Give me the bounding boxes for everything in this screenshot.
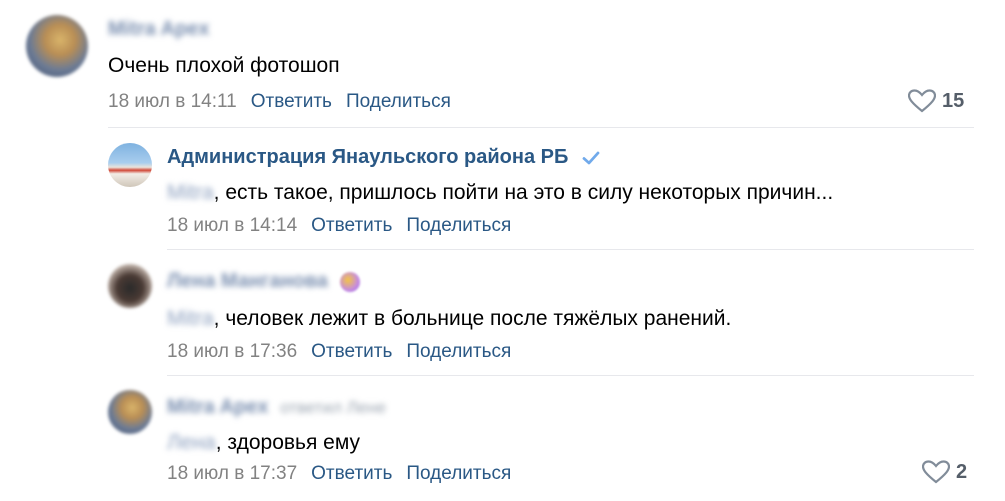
like-count: 15 [942,89,965,112]
share-link[interactable]: Поделиться [406,341,511,362]
reply-link[interactable]: Ответить [311,215,392,236]
comment-meta: 18 июл в 14:14 Ответить Поделиться [167,215,525,237]
comment-text: Mitra, есть такое, пришлось пойти на это… [167,181,833,205]
comment-date[interactable]: 18 июл в 14:14 [167,215,297,236]
author-name[interactable]: Лена Манганова [167,270,328,292]
verified-icon [582,151,600,165]
like-button[interactable]: 2 [922,460,967,484]
comment-body: , человек лежит в больнице после тяжёлых… [213,307,732,330]
share-link[interactable]: Поделиться [406,215,511,236]
comment-body: , есть такое, пришлось пойти на это в си… [213,181,834,204]
comment-date[interactable]: 18 июл в 17:37 [167,463,297,484]
share-link[interactable]: Поделиться [406,463,511,484]
comment-body: , здоровья ему [215,431,361,454]
sticker-icon [339,271,360,292]
comment-date[interactable]: 18 июл в 17:36 [167,341,297,362]
avatar[interactable] [108,264,152,308]
comment-text: Mitra, человек лежит в больнице после тя… [167,307,731,331]
heart-icon [908,89,936,113]
reply-link[interactable]: Ответить [251,91,332,112]
like-button[interactable]: 15 [908,89,964,113]
comments-thread: Mitra Apex Очень плохой фотошоп 18 июл в… [0,0,1005,501]
reply-link[interactable]: Ответить [311,463,392,484]
comment-meta: 18 июл в 17:37 Ответить Поделиться [167,463,525,485]
mention-link[interactable]: Mitra [167,181,214,204]
comment-author[interactable]: Mitra Apex ответил Лене [167,396,386,419]
comment-date[interactable]: 18 июл в 14:11 [108,91,237,112]
like-count: 2 [956,460,968,483]
comment-author[interactable]: Mitra Apex [108,18,210,41]
avatar[interactable] [26,15,88,77]
comment-author[interactable]: Администрация Янаульского района РБ [167,146,600,169]
mention-link[interactable]: Лена [167,431,216,454]
divider [167,375,974,376]
reply-link[interactable]: Ответить [311,341,392,362]
comment-meta: 18 июл в 17:36 Ответить Поделиться [167,341,525,363]
share-link[interactable]: Поделиться [346,91,451,112]
reply-to-label[interactable]: ответил Лене [280,398,386,417]
heart-icon [922,460,950,484]
divider [167,249,974,250]
comment-text: Лена, здоровья ему [167,431,360,455]
avatar[interactable] [108,390,152,434]
comment-text: Очень плохой фотошоп [108,54,340,77]
author-name[interactable]: Администрация Янаульского района РБ [167,146,568,168]
mention-link[interactable]: Mitra [167,307,214,330]
comment-meta: 18 июл в 14:11 Ответить Поделиться [108,91,465,113]
avatar[interactable] [108,143,152,187]
comment-author[interactable]: Лена Манганова [167,270,360,293]
divider [108,127,974,128]
author-name[interactable]: Mitra Apex [167,396,269,418]
